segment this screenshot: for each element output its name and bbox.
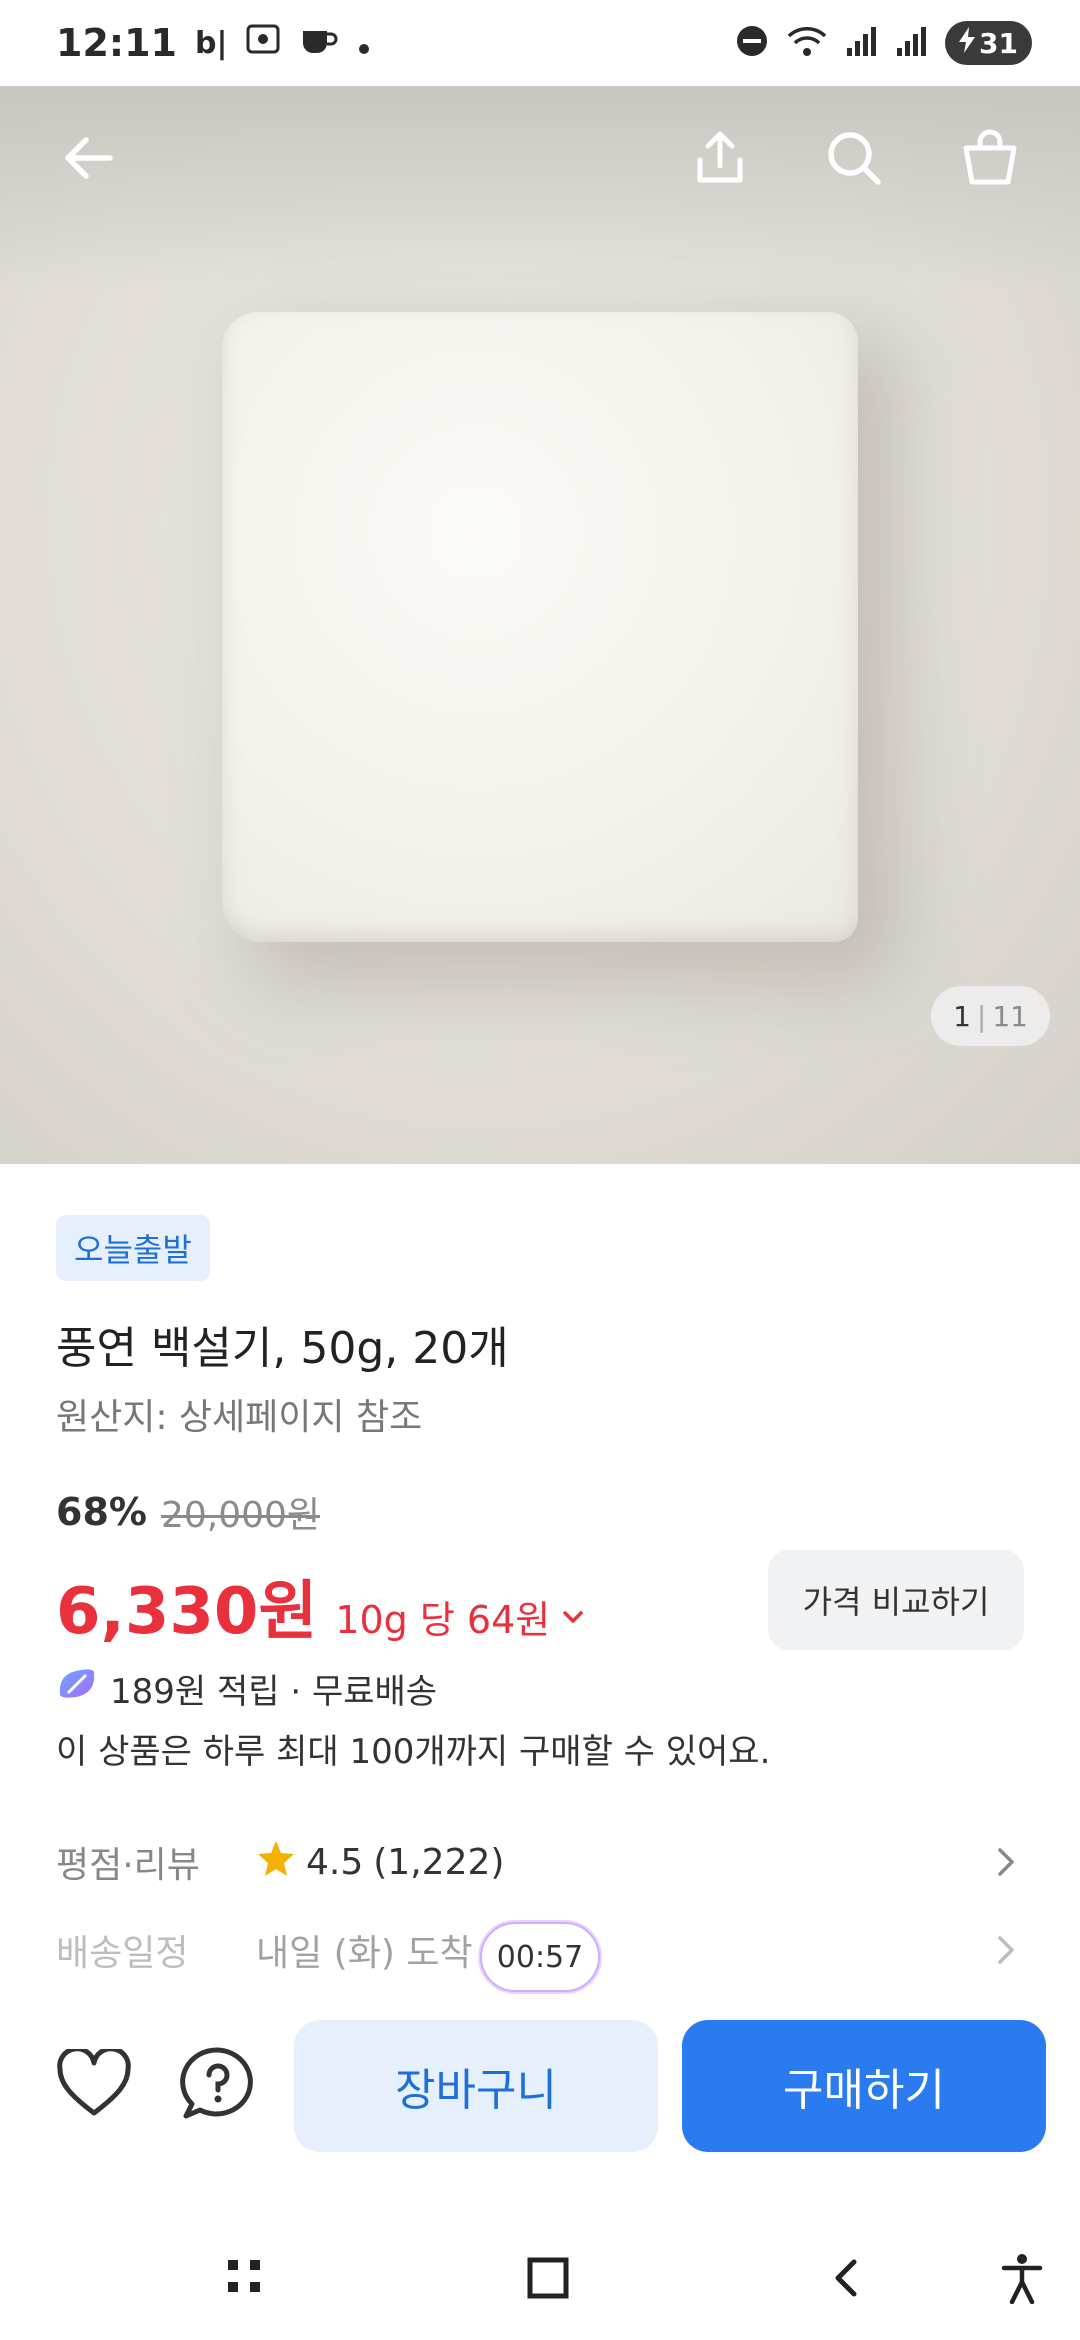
back-button[interactable] bbox=[50, 120, 130, 200]
accessibility-button[interactable] bbox=[982, 2240, 1062, 2320]
wifi-icon bbox=[785, 24, 829, 62]
delivery-text: 내일 (화) 도착 bbox=[256, 1933, 473, 1974]
chevron-down-icon bbox=[560, 1595, 586, 1639]
unit-price-toggle[interactable]: 10g 당 64원 bbox=[335, 1589, 586, 1644]
back-chevron-icon bbox=[826, 2256, 870, 2304]
carrier-glyph: b| bbox=[194, 25, 228, 61]
image-counter-separator: | bbox=[976, 999, 987, 1033]
rating-value: 4.5 bbox=[306, 1841, 364, 1883]
review-row[interactable]: 평점·리뷰 4.5 (1,222) bbox=[56, 1834, 1024, 1890]
status-right: 31 bbox=[735, 21, 1032, 65]
star-icon bbox=[256, 1838, 296, 1887]
unit-price-text: 10g 당 64원 bbox=[335, 1598, 551, 1642]
inquiry-button[interactable] bbox=[178, 2046, 258, 2126]
shopping-bag-icon bbox=[958, 126, 1022, 194]
discount-row: 68% 20,000원 bbox=[56, 1486, 320, 1538]
shipping-badge: 오늘출발 bbox=[56, 1215, 210, 1281]
recent-apps-button[interactable] bbox=[206, 2240, 286, 2320]
image-counter-current: 1 bbox=[953, 999, 971, 1033]
battery-indicator: 31 bbox=[945, 21, 1032, 65]
buy-now-button[interactable]: 구매하기 bbox=[682, 2020, 1046, 2152]
dot-icon bbox=[357, 21, 371, 65]
share-icon bbox=[688, 126, 752, 194]
wishlist-button[interactable] bbox=[54, 2046, 134, 2126]
search-button[interactable] bbox=[814, 120, 894, 200]
heart-icon bbox=[56, 2046, 132, 2123]
home-square-icon bbox=[526, 2256, 570, 2304]
signal-icon bbox=[845, 24, 879, 62]
accessibility-icon bbox=[1000, 2252, 1044, 2308]
purchase-limit-text: 이 상품은 하루 최대 100개까지 구매할 수 있어요. bbox=[56, 1732, 771, 1772]
share-button[interactable] bbox=[680, 120, 760, 200]
product-image[interactable] bbox=[0, 86, 1080, 1164]
search-icon bbox=[822, 126, 886, 194]
delivery-label: 배송일정 bbox=[56, 1933, 189, 1974]
rice-cake-image bbox=[222, 312, 858, 942]
image-top-fade bbox=[0, 86, 1080, 286]
coffee-icon bbox=[299, 21, 339, 66]
screenshot-icon bbox=[245, 21, 281, 66]
status-bar: 12:11 b| 31 bbox=[0, 0, 1080, 86]
review-count: (1,222) bbox=[373, 1841, 505, 1883]
dnd-icon bbox=[735, 24, 769, 62]
sale-price: 6,330원 bbox=[56, 1575, 318, 1649]
delivery-timer: 00:57 bbox=[480, 1922, 600, 1992]
image-counter-total: 11 bbox=[992, 999, 1028, 1033]
chevron-right-icon bbox=[988, 1930, 1024, 1974]
rating: 4.5 (1,222) bbox=[256, 1838, 504, 1887]
discount-rate: 68% bbox=[56, 1490, 147, 1534]
status-time: 12:11 bbox=[56, 21, 177, 65]
chevron-right-icon bbox=[988, 1842, 1024, 1886]
cart-icon-button[interactable] bbox=[950, 120, 1030, 200]
points-icon bbox=[56, 1667, 98, 1710]
origin-text: 원산지: 상세페이지 참조 bbox=[56, 1397, 423, 1438]
system-back-button[interactable] bbox=[808, 2240, 888, 2320]
home-button[interactable] bbox=[508, 2240, 588, 2320]
price-row: 6,330원 10g 당 64원 bbox=[56, 1560, 586, 1652]
status-left: 12:11 b| bbox=[56, 21, 371, 66]
recent-apps-icon bbox=[224, 2256, 268, 2304]
product-title: 풍연 백설기, 50g, 20개 bbox=[56, 1323, 509, 1374]
points-row: 189원 적립 · 무료배송 bbox=[56, 1664, 437, 1713]
points-text: 189원 적립 · 무료배송 bbox=[110, 1672, 438, 1712]
review-label: 평점·리뷰 bbox=[56, 1845, 200, 1886]
original-price: 20,000원 bbox=[160, 1495, 321, 1536]
back-arrow-icon bbox=[58, 126, 122, 194]
battery-level: 31 bbox=[979, 26, 1018, 60]
add-to-cart-button[interactable]: 장바구니 bbox=[294, 2020, 658, 2152]
question-bubble-icon bbox=[180, 2046, 256, 2126]
battery-charging-icon bbox=[959, 26, 976, 60]
price-compare-button[interactable]: 가격 비교하기 bbox=[768, 1550, 1024, 1650]
signal-icon-2 bbox=[895, 24, 929, 62]
image-counter: 1 | 11 bbox=[931, 986, 1050, 1046]
